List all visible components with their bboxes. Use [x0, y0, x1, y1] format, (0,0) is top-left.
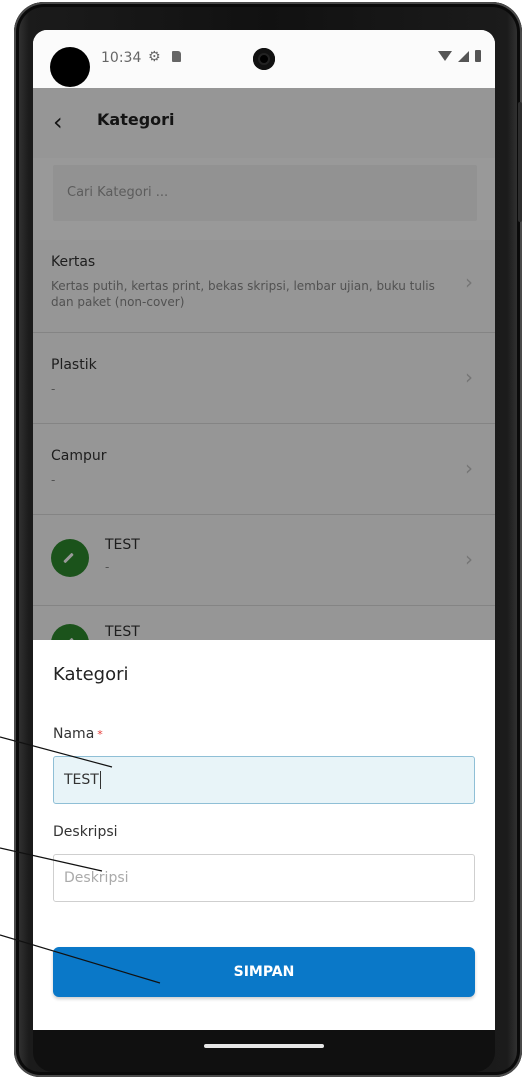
description-field[interactable]: Deskripsi: [53, 854, 475, 902]
navigation-bar: [33, 1030, 495, 1072]
phone-side-button: [518, 102, 522, 222]
wifi-icon: [438, 51, 452, 61]
status-avatar: [50, 47, 90, 87]
sd-card-icon: [172, 51, 181, 62]
home-indicator[interactable]: [204, 1044, 324, 1048]
save-button[interactable]: SIMPAN: [53, 947, 475, 997]
camera-cutout: [253, 48, 275, 70]
battery-icon: [475, 50, 481, 62]
name-field-value: TEST: [64, 772, 99, 788]
text-caret: [99, 771, 101, 789]
settings-icon: ⚙: [148, 49, 161, 65]
name-field[interactable]: TEST: [53, 756, 475, 804]
signal-icon: [458, 50, 469, 62]
phone-screen: 10:34 ⚙ ‹ Kategori Cari Kategori ... Ker…: [33, 30, 495, 1030]
save-button-label: SIMPAN: [233, 964, 295, 980]
modal-overlay[interactable]: [33, 88, 495, 640]
name-label-text: Nama: [53, 726, 95, 742]
status-icons: [438, 50, 481, 62]
description-placeholder: Deskripsi: [64, 870, 129, 886]
status-bar: 10:34 ⚙: [33, 30, 495, 88]
required-mark: *: [97, 728, 103, 741]
sheet-title: Kategori: [53, 664, 129, 685]
name-label: Nama *: [53, 726, 103, 742]
status-time: 10:34: [101, 50, 142, 66]
description-label: Deskripsi: [53, 824, 118, 840]
